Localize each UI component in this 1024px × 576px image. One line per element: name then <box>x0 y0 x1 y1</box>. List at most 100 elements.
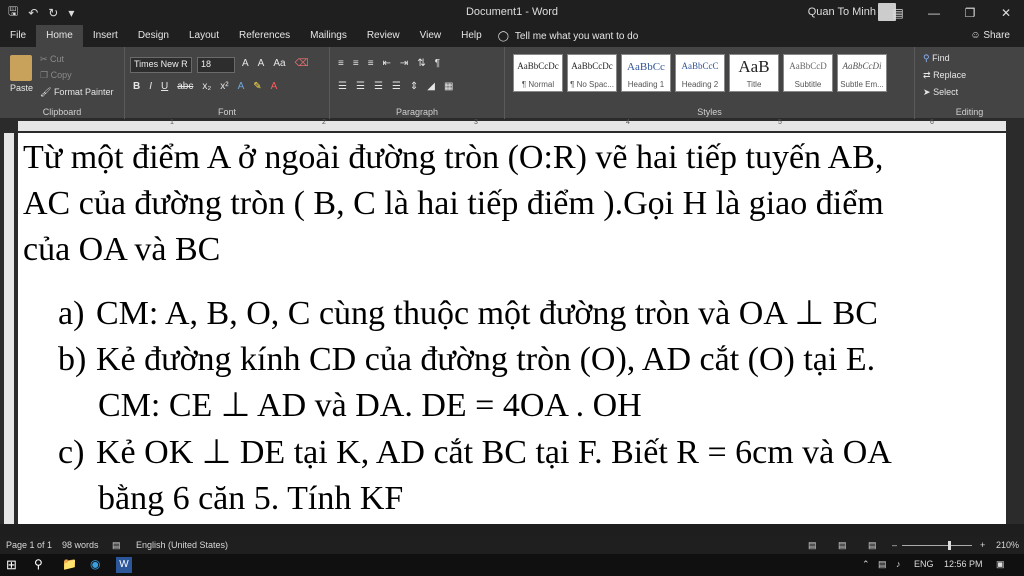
sort-icon[interactable]: ⇅ <box>417 58 425 69</box>
search-icon[interactable]: ⚲ <box>34 557 50 573</box>
tab-layout[interactable]: Layout <box>179 25 229 47</box>
paste-button-label[interactable]: Paste <box>10 83 33 93</box>
tell-me-text: Tell me what you want to do <box>514 30 639 42</box>
bold-button[interactable]: B <box>133 81 140 92</box>
zoom-level[interactable]: 210% <box>996 540 1019 550</box>
style-subtle-emphasis[interactable]: AaBbCcDi Subtle Em... <box>837 54 887 92</box>
vertical-ruler[interactable] <box>0 133 18 524</box>
vertical-scrollbar[interactable] <box>1006 133 1024 524</box>
zoom-slider[interactable] <box>902 545 972 546</box>
volume-icon[interactable]: ♪ <box>896 559 901 569</box>
shrink-font-button[interactable]: A <box>258 58 265 69</box>
font-color-icon[interactable]: A <box>271 81 278 92</box>
clock[interactable]: 12:56 PM <box>944 559 983 569</box>
highlight-icon[interactable]: ✎ <box>253 81 261 92</box>
style-title[interactable]: AaB Title <box>729 54 779 92</box>
tab-home[interactable]: Home <box>36 25 83 47</box>
tab-help[interactable]: Help <box>451 25 492 47</box>
notifications-icon[interactable]: ▣ <box>996 559 1005 570</box>
share-label: Share <box>983 30 1010 41</box>
tab-file[interactable]: File <box>0 25 36 47</box>
ribbon-display-icon[interactable]: ▤ <box>880 0 916 25</box>
font-name-box[interactable]: Times New R <box>130 57 192 73</box>
style-no-spacing[interactable]: AaBbCcDc ¶ No Spac... <box>567 54 617 92</box>
user-name[interactable]: Quan To Minh <box>808 6 876 18</box>
share-button[interactable]: ☺ Share <box>970 30 1010 41</box>
restore-icon[interactable]: ❐ <box>952 0 988 25</box>
style-normal[interactable]: AaBbCcDc ¶ Normal <box>513 54 563 92</box>
italic-button[interactable]: I <box>149 81 152 92</box>
style-name: Subtitle <box>794 80 822 89</box>
bullets-icon[interactable]: ≡ <box>338 58 344 69</box>
decrease-indent-icon[interactable]: ⇤ <box>383 58 391 69</box>
line-spacing-icon[interactable]: ⇕ <box>410 81 418 92</box>
proofing-icon[interactable]: ▤ <box>112 540 121 551</box>
subscript-button[interactable]: x₂ <box>202 81 211 92</box>
page-count[interactable]: Page 1 of 1 <box>6 540 52 550</box>
show-marks-icon[interactable]: ¶ <box>435 58 440 69</box>
edge-icon[interactable]: ◉ <box>90 557 106 573</box>
tab-insert[interactable]: Insert <box>83 25 128 47</box>
style-subtitle[interactable]: AaBbCcD Subtitle <box>783 54 833 92</box>
redo-icon[interactable]: ↻ <box>48 6 58 20</box>
read-mode-icon[interactable]: ▤ <box>808 540 817 551</box>
tab-design[interactable]: Design <box>128 25 179 47</box>
find-button[interactable]: ⚲ Find <box>923 53 950 64</box>
ruler-number: 3 <box>474 119 478 126</box>
style-heading-2[interactable]: AaBbCcC Heading 2 <box>675 54 725 92</box>
print-layout-icon[interactable]: ▤ <box>838 540 847 551</box>
copy-button[interactable]: ❐ Copy <box>40 70 72 81</box>
text-effects-icon[interactable]: A <box>238 81 245 92</box>
zoom-slider-thumb[interactable] <box>948 541 951 550</box>
clear-formatting-icon[interactable]: ⌫ <box>295 58 309 69</box>
close-icon[interactable]: ✕ <box>988 0 1024 25</box>
undo-icon[interactable]: ↶ <box>28 6 38 20</box>
save-icon[interactable]: 🖫 <box>8 2 18 23</box>
align-left-icon[interactable]: ☰ <box>338 81 347 92</box>
font-size-box[interactable]: 18 <box>197 57 235 73</box>
input-language[interactable]: ENG <box>914 559 934 569</box>
paste-icon[interactable] <box>10 55 32 81</box>
multilevel-list-icon[interactable]: ≡ <box>368 58 374 69</box>
list-item-text: Kẻ OK ⊥ DE tại K, AD cắt BC tại F. Biết … <box>96 434 892 471</box>
tab-view[interactable]: View <box>410 25 452 47</box>
style-sample: AaBbCcD <box>789 61 827 71</box>
file-explorer-icon[interactable]: 📁 <box>62 557 78 573</box>
grow-font-button[interactable]: A <box>242 58 249 69</box>
minimize-icon[interactable]: — <box>916 0 952 25</box>
change-case-button[interactable]: Aa <box>273 58 285 69</box>
network-icon[interactable]: ▤ <box>878 559 887 570</box>
windows-start-icon[interactable]: ⊞ <box>6 557 22 573</box>
zoom-out-icon[interactable]: – <box>892 540 897 550</box>
align-center-icon[interactable]: ☰ <box>356 81 365 92</box>
language-status[interactable]: English (United States) <box>136 540 228 550</box>
word-count[interactable]: 98 words <box>62 540 99 550</box>
tray-chevron-icon[interactable]: ⌃ <box>862 559 870 570</box>
increase-indent-icon[interactable]: ⇥ <box>400 58 408 69</box>
horizontal-ruler[interactable]: 1 2 3 4 5 6 <box>0 119 1024 133</box>
justify-icon[interactable]: ☰ <box>392 81 401 92</box>
style-name: Heading 1 <box>627 80 665 89</box>
cut-button[interactable]: ✂ Cut <box>40 54 64 65</box>
tab-review[interactable]: Review <box>357 25 410 47</box>
underline-button[interactable]: U <box>161 81 168 92</box>
tab-references[interactable]: References <box>229 25 300 47</box>
document-page[interactable]: Từ một điểm A ở ngoài đường tròn (O:R) v… <box>18 133 1006 524</box>
superscript-button[interactable]: x² <box>220 81 228 92</box>
align-right-icon[interactable]: ☰ <box>374 81 383 92</box>
replace-button[interactable]: ⇄ Replace <box>923 70 966 81</box>
tab-mailings[interactable]: Mailings <box>300 25 357 47</box>
ruler-number: 2 <box>322 119 326 126</box>
tell-me-box[interactable]: ◯ Tell me what you want to do <box>498 31 639 42</box>
word-app-icon[interactable]: W <box>116 557 132 573</box>
shading-icon[interactable]: ◢ <box>427 81 435 92</box>
numbering-icon[interactable]: ≡ <box>353 58 359 69</box>
zoom-in-icon[interactable]: + <box>980 540 985 550</box>
web-layout-icon[interactable]: ▤ <box>868 540 877 551</box>
strikethrough-button[interactable]: abc <box>177 81 193 92</box>
borders-icon[interactable]: ▦ <box>444 81 453 92</box>
select-button[interactable]: ➤ Select <box>923 87 958 98</box>
style-heading-1[interactable]: AaBbCc Heading 1 <box>621 54 671 92</box>
customize-qat-icon[interactable]: ▾ <box>68 6 74 20</box>
format-painter-button[interactable]: 🖌 Format Painter <box>40 87 113 98</box>
